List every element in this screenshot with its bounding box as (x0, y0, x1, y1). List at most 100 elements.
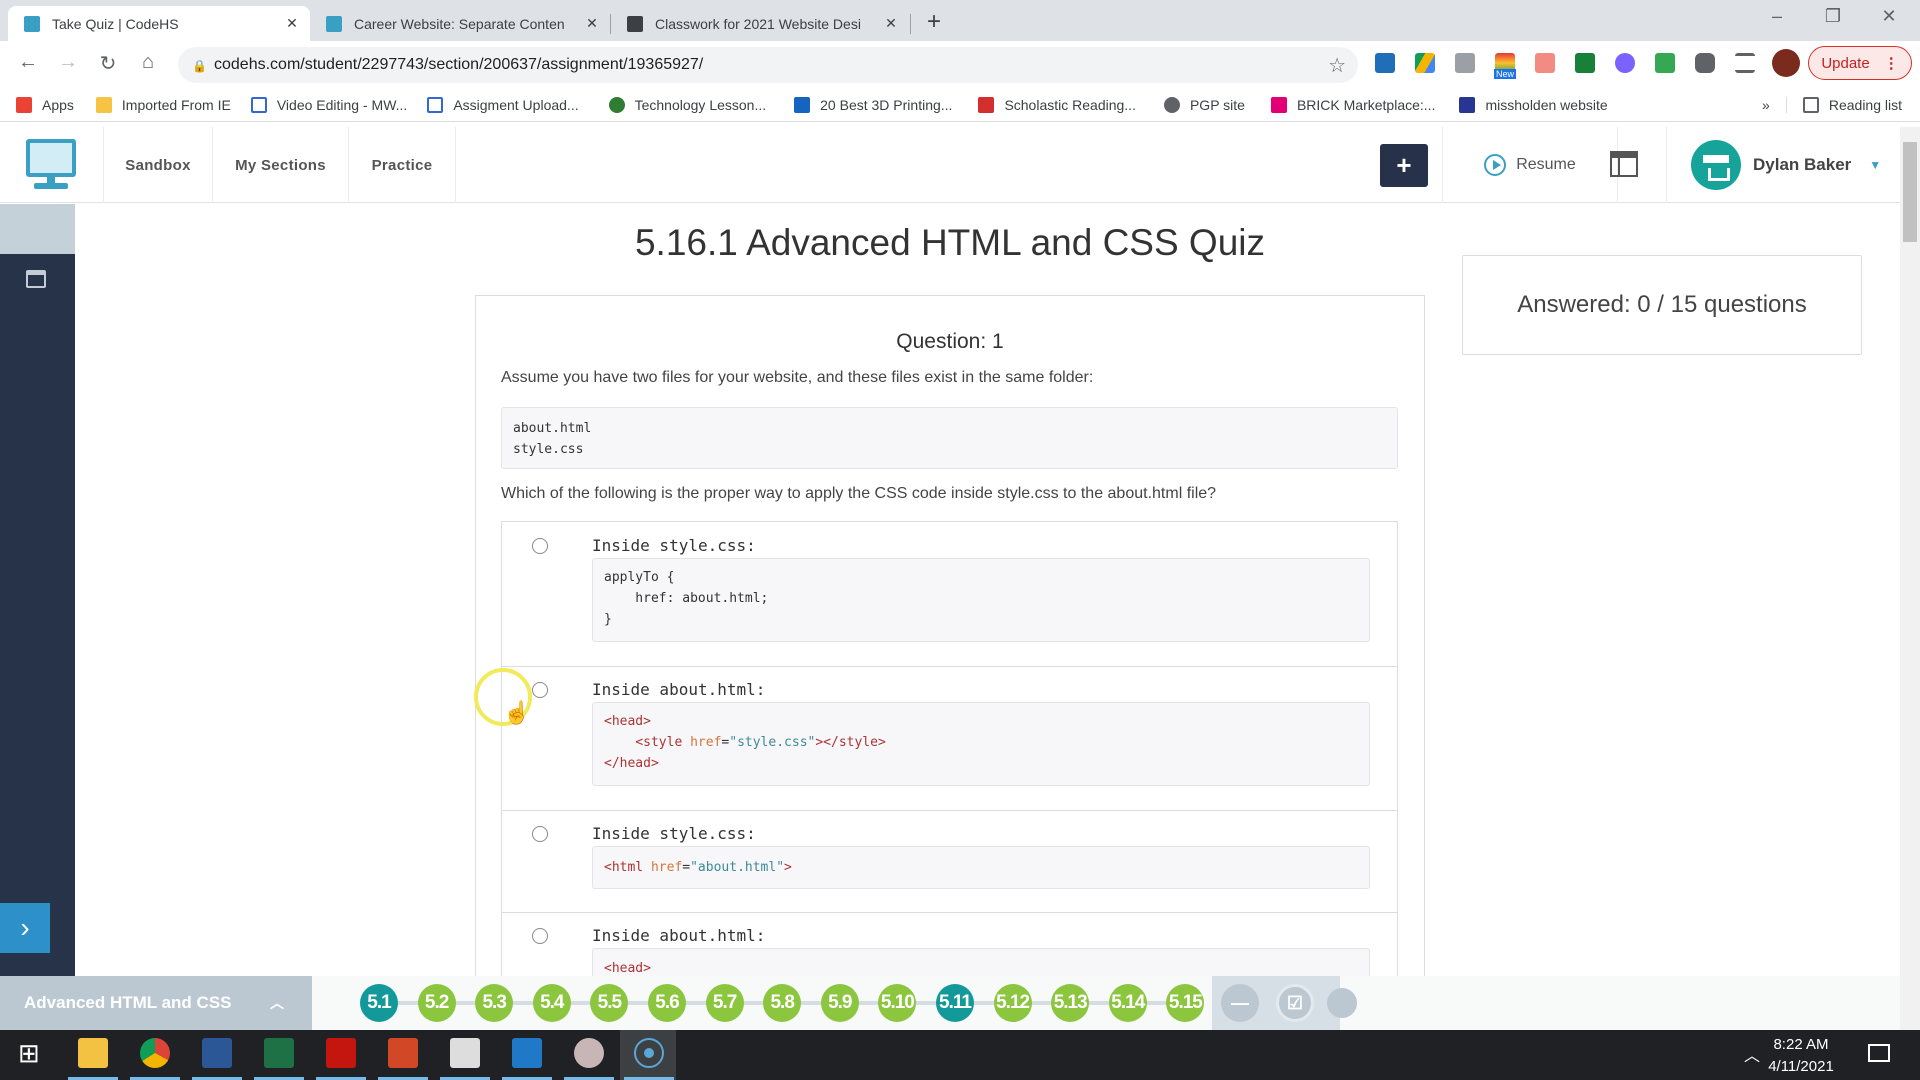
lesson-dot-5-4[interactable]: 5.4 (533, 984, 571, 1022)
badge-icon[interactable] (1327, 988, 1357, 1018)
bookmark-label: Imported From IE (122, 97, 231, 113)
extension-star-icon[interactable] (1615, 53, 1635, 73)
extensions-puzzle-icon[interactable] (1695, 53, 1715, 73)
chrome-icon[interactable] (140, 1038, 170, 1068)
bookmark-item[interactable]: Video Editing - MW... (251, 97, 407, 113)
extension-calc-icon[interactable] (1375, 53, 1395, 73)
lesson-dot-5-1[interactable]: 5.1 (360, 984, 398, 1022)
extension-play-icon[interactable] (1535, 53, 1555, 73)
google-sheets-icon[interactable] (1575, 53, 1595, 73)
page-scrollbar[interactable] (1900, 127, 1920, 1030)
forward-icon[interactable]: → (54, 51, 82, 74)
bookmark-item[interactable]: 20 Best 3D Printing... (794, 97, 952, 113)
lesson-title-toggle[interactable]: Advanced HTML and CSS ︿ (0, 976, 312, 1030)
tab-classwork[interactable]: Classwork for 2021 Website Desi ✕ (611, 6, 909, 41)
notification-icon[interactable] (1868, 1044, 1890, 1062)
home-icon[interactable]: ⌂ (134, 51, 162, 74)
lesson-dot-5-2[interactable]: 5.2 (418, 984, 456, 1022)
bookmark-label: missholden website (1485, 97, 1607, 113)
bookmark-folder[interactable]: Imported From IE (96, 97, 231, 113)
lesson-dot-5-11[interactable]: 5.11 (936, 984, 974, 1022)
bookmark-label: Scholastic Reading... (1004, 97, 1136, 113)
codehs-logo-icon[interactable] (26, 139, 76, 191)
bookmark-item[interactable]: Assigment Upload... (427, 97, 578, 113)
media-control-icon[interactable] (1735, 53, 1755, 73)
recorder-icon[interactable] (634, 1038, 664, 1068)
resume-button[interactable]: Resume (1442, 127, 1618, 203)
photos-icon[interactable] (512, 1038, 542, 1068)
bookmark-item[interactable]: PGP site (1164, 97, 1245, 113)
scrollbar-thumb[interactable] (1903, 142, 1917, 242)
lesson-dot-5-8[interactable]: 5.8 (763, 984, 801, 1022)
reading-list-icon (1803, 97, 1819, 113)
option-label: Inside style.css: (592, 824, 756, 843)
lesson-dot-5-12[interactable]: 5.12 (994, 984, 1032, 1022)
profile-avatar[interactable] (1772, 49, 1800, 77)
new-tab-button[interactable]: + (920, 8, 948, 36)
codehs-favicon-icon (326, 16, 342, 32)
nav-my-sections[interactable]: My Sections (213, 127, 349, 203)
expand-sidebar-button[interactable]: › (0, 903, 50, 953)
user-menu[interactable]: Dylan Baker ▼ (1666, 127, 1900, 203)
bookmark-item[interactable]: Technology Lesson... (609, 97, 767, 113)
bookmark-star-icon[interactable]: ☆ (1328, 53, 1346, 78)
excel-icon[interactable] (264, 1038, 294, 1068)
word-icon[interactable] (202, 1038, 232, 1068)
close-window-button[interactable]: ✕ (1866, 6, 1912, 27)
lesson-dot-5-3[interactable]: 5.3 (475, 984, 513, 1022)
layout-window-icon[interactable] (1610, 151, 1638, 177)
close-tab-icon[interactable]: ✕ (284, 15, 300, 32)
restore-button[interactable]: ❐ (1810, 6, 1856, 27)
answer-option-3[interactable]: Inside style.css: <html href="about.html… (501, 810, 1398, 912)
document-icon[interactable] (450, 1038, 480, 1068)
checklist-icon[interactable]: ☑ (1276, 984, 1314, 1022)
tmobile-icon (1271, 97, 1287, 113)
option-code: applyTo { href: about.html; } (592, 558, 1370, 642)
nav-practice[interactable]: Practice (349, 127, 456, 203)
snipping-tool-icon[interactable] (574, 1038, 604, 1068)
tab-career-website[interactable]: Career Website: Separate Conten ✕ (310, 6, 610, 41)
extension-screenshot-icon[interactable] (1455, 53, 1475, 73)
calendar-icon[interactable] (26, 270, 46, 288)
bookmark-item[interactable]: BRICK Marketplace:... (1271, 97, 1436, 113)
update-button[interactable]: Update ⋮ (1808, 46, 1912, 80)
option-label: Inside style.css: (592, 536, 756, 555)
bookmark-item[interactable]: missholden website (1459, 97, 1607, 113)
answer-option-2[interactable]: Inside about.html: <head> <style href="s… (501, 666, 1398, 810)
lesson-dot-5-14[interactable]: 5.14 (1109, 984, 1147, 1022)
windows-start-icon[interactable]: ⊞ (18, 1038, 48, 1068)
address-bar[interactable]: 🔒 codehs.com/student/2297743/section/200… (178, 47, 1358, 83)
lesson-dot-5-9[interactable]: 5.9 (821, 984, 859, 1022)
bookmark-apps[interactable]: Apps (16, 97, 74, 113)
option-code: <head> (592, 948, 1370, 976)
reload-icon[interactable]: ↻ (94, 51, 122, 76)
radio-button[interactable] (532, 928, 548, 944)
tab-take-quiz[interactable]: Take Quiz | CodeHS ✕ (8, 6, 310, 41)
bookmarks-overflow[interactable]: » (1762, 97, 1770, 113)
file-explorer-icon[interactable] (78, 1038, 108, 1068)
minimize-button[interactable]: – (1754, 6, 1800, 27)
answer-option-4[interactable]: Inside about.html: <head> (501, 912, 1398, 976)
powerpoint-icon[interactable] (388, 1038, 418, 1068)
radio-button[interactable] (532, 826, 548, 842)
create-button[interactable]: + (1380, 144, 1428, 187)
back-icon[interactable]: ← (14, 51, 42, 74)
close-tab-icon[interactable]: ✕ (584, 15, 600, 32)
acrobat-icon[interactable] (326, 1038, 356, 1068)
nav-sandbox[interactable]: Sandbox (103, 127, 213, 203)
close-tab-icon[interactable]: ✕ (883, 15, 899, 32)
radio-button[interactable] (532, 538, 548, 554)
lesson-dot-5-6[interactable]: 5.6 (648, 984, 686, 1022)
reading-list[interactable]: Reading list (1786, 97, 1902, 113)
minus-icon[interactable]: — (1221, 984, 1259, 1022)
url-text[interactable]: codehs.com/student/2297743/section/20063… (214, 56, 703, 74)
taskbar-clock[interactable]: 8:22 AM 4/11/2021 (1756, 1034, 1846, 1078)
bookmark-label: PGP site (1190, 97, 1245, 113)
radio-button[interactable] (532, 682, 548, 698)
answer-option-1[interactable]: Inside style.css: applyTo { href: about.… (501, 521, 1398, 666)
google-drive-icon[interactable] (1415, 53, 1435, 73)
bookmark-item[interactable]: Scholastic Reading... (978, 97, 1136, 113)
lesson-dot-5-7[interactable]: 5.7 (706, 984, 744, 1022)
lesson-dot-5-13[interactable]: 5.13 (1051, 984, 1089, 1022)
extension-face-icon[interactable] (1655, 53, 1675, 73)
